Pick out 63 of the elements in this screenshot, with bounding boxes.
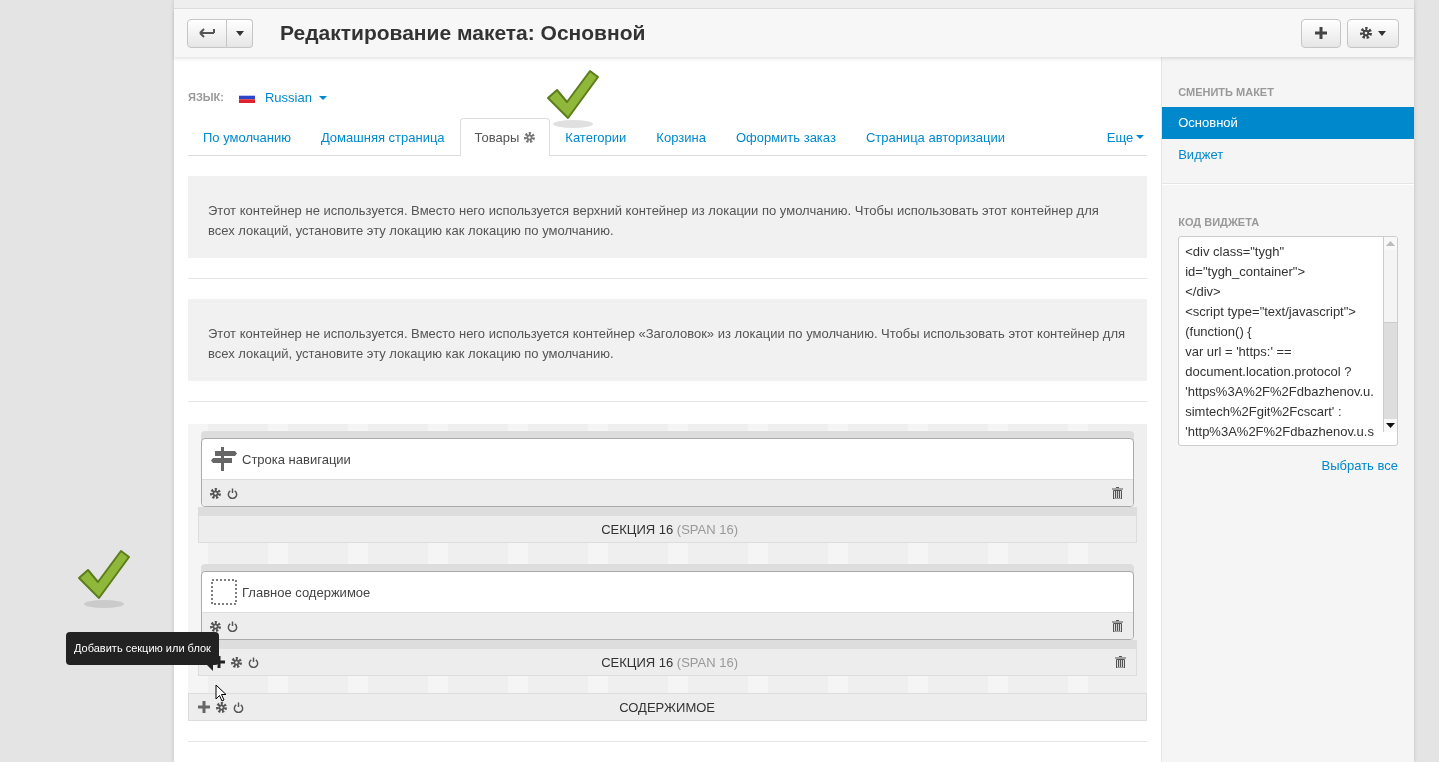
scrollbar[interactable] (1383, 237, 1397, 432)
dotted-square-icon (211, 579, 237, 605)
settings-icon[interactable] (524, 132, 536, 143)
plus-icon (1315, 27, 1327, 39)
layout-item[interactable]: Виджет (1162, 139, 1414, 171)
sidebar-heading: СМЕНИТЬ МАКЕТ (1177, 85, 1275, 100)
container-label: СОДЕРЖИМОЕ (618, 699, 717, 715)
scroll-down-arrow-icon[interactable] (1386, 423, 1395, 428)
tab[interactable]: По умолчанию (188, 118, 306, 155)
trash-icon[interactable] (1112, 620, 1124, 632)
tab[interactable]: Категории (550, 118, 642, 155)
layout-item[interactable]: Основной (1162, 107, 1414, 139)
section-label: СЕКЦИЯ 16 (SPAN 16) (600, 521, 739, 537)
settings-icon[interactable] (210, 487, 221, 499)
language-dropdown[interactable]: Russian (264, 89, 327, 105)
checkmark-icon (76, 548, 132, 610)
dropdown-button[interactable] (227, 18, 253, 48)
cursor-icon (215, 684, 227, 702)
power-icon[interactable] (227, 487, 238, 499)
caret-icon (1378, 30, 1386, 36)
page-title: Редактирование макета: Основной (280, 21, 647, 45)
block-title: Главное содержимое (242, 584, 371, 600)
tab[interactable]: Оформить заказ (720, 118, 851, 155)
settings-icon[interactable] (231, 656, 242, 668)
sidebar-heading: КОД ВИДЖЕТА (1177, 215, 1261, 230)
power-icon[interactable] (248, 656, 259, 668)
add-button[interactable] (1301, 18, 1341, 48)
trash-icon[interactable] (1115, 656, 1127, 668)
code-line: 'https%3A%2F%2Fdbazhenov.u. (1185, 383, 1375, 401)
block-title: Строка навигации (242, 451, 351, 467)
code-line: 'http%3A%2F%2Fdbazhenov.u.s (1185, 423, 1375, 441)
code-line: (function() { (1185, 323, 1253, 341)
notice-text: Этот контейнер не используется. Вместо него используется верхний контейнер из локации по умолчанию. Чтобы использовать этот контейнер для всех локаций, установите эту локацию как локацию по умолчанию. (188, 176, 1148, 258)
settings-icon (1360, 27, 1372, 39)
tooltip: Добавить секцию или блок (66, 632, 219, 671)
code-line: <div class="tygh" (1185, 243, 1286, 261)
caret-icon (235, 30, 244, 36)
code-line: id="tygh_container"> (1185, 263, 1306, 281)
trash-icon[interactable] (1112, 487, 1124, 499)
code-line: </div> (1185, 283, 1222, 301)
tab[interactable]: Корзина (641, 118, 721, 155)
code-line: <script type="text/javascript"> (1185, 303, 1357, 321)
checkmark-icon (545, 68, 601, 130)
language-label: ЯЗЫК: (188, 91, 224, 103)
code-line: var url = 'https:' == (1185, 343, 1293, 361)
section-label: СЕКЦИЯ 16 (SPAN 16) (600, 654, 739, 670)
settings-button[interactable] (1347, 18, 1399, 48)
back-button[interactable] (187, 18, 227, 48)
select-all-link[interactable]: Выбрать все (1321, 458, 1398, 473)
more-tab[interactable]: Еще (1091, 118, 1148, 155)
power-icon[interactable] (233, 701, 244, 713)
code-textarea[interactable] (1178, 236, 1398, 446)
signpost-icon (211, 446, 237, 472)
power-icon[interactable] (227, 620, 238, 632)
tab[interactable]: Страница авторизации (850, 118, 1020, 155)
back-arrow-icon (199, 28, 215, 38)
code-line: simtech%2Fgit%2Fcscart' : (1185, 403, 1343, 421)
notice-text: Этот контейнер не используется. Вместо него используется контейнер «Заголовок» из локации по умолчанию. Чтобы использовать этот контейнер для всех локаций, установите эту локацию как локацию по умолчанию. (188, 299, 1148, 381)
settings-icon[interactable] (210, 620, 221, 632)
code-line: document.location.protocol ? (1185, 363, 1353, 381)
settings-icon[interactable] (216, 701, 227, 713)
tab[interactable]: Товары (459, 118, 551, 156)
tab[interactable]: Домашняя страница (305, 118, 460, 155)
